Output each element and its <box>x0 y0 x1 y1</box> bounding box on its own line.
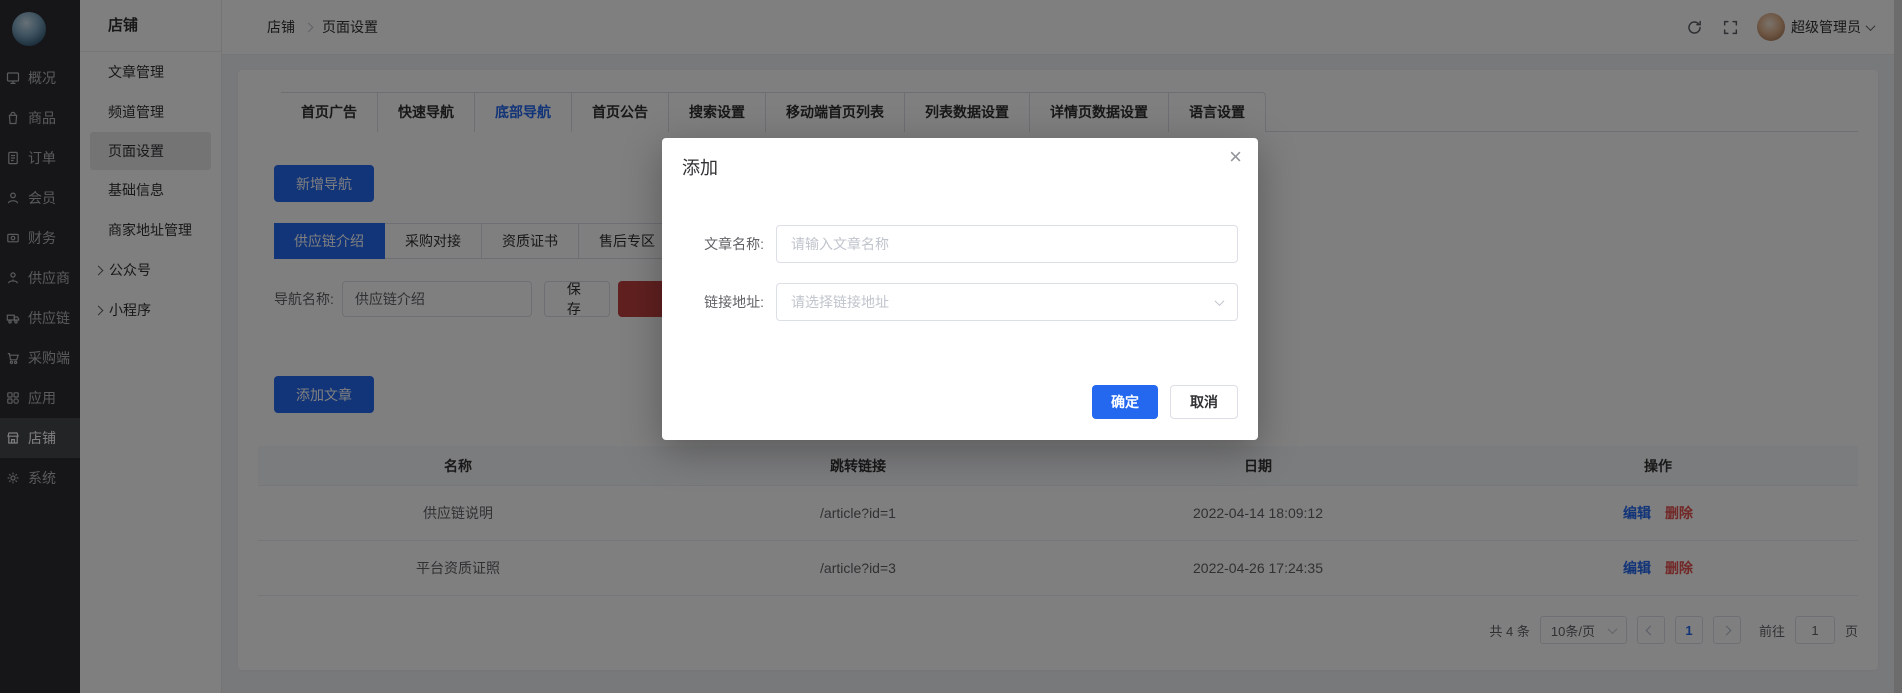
close-icon[interactable]: × <box>1229 146 1242 168</box>
dialog-footer: 确定 取消 <box>1092 385 1238 419</box>
app-window: 概况 商品 订单 会员 财务 供应商 供 <box>0 0 1902 693</box>
article-name-row: 文章名称: <box>682 225 1238 263</box>
dialog-title: 添加 <box>682 154 718 180</box>
link-address-select[interactable]: 请选择链接地址 <box>776 283 1238 321</box>
article-name-input[interactable] <box>776 225 1238 263</box>
link-address-label: 链接地址: <box>682 292 764 312</box>
cancel-button[interactable]: 取消 <box>1170 385 1238 419</box>
confirm-button[interactable]: 确定 <box>1092 385 1158 419</box>
chevron-down-icon <box>1215 296 1225 306</box>
add-dialog: 添加 × 文章名称: 链接地址: 请选择链接地址 确定 取消 <box>662 138 1258 440</box>
link-address-row: 链接地址: 请选择链接地址 <box>682 283 1238 321</box>
article-name-label: 文章名称: <box>682 234 764 254</box>
